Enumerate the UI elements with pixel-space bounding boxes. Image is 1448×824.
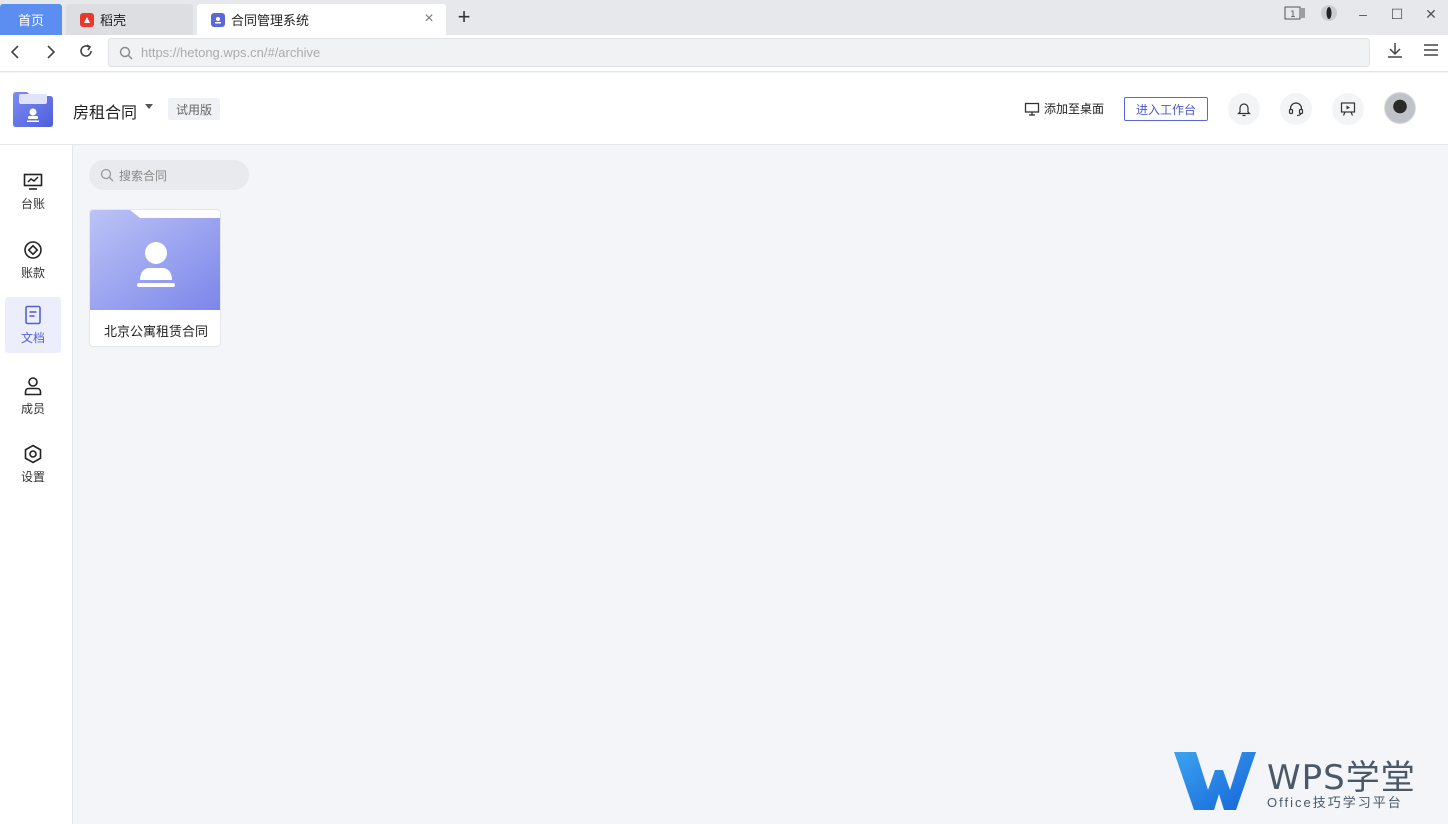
sidebar-item-ledger[interactable]: 台账 [5,164,61,220]
add-to-desktop-label: 添加至桌面 [1044,102,1105,116]
tab-label: 稻壳 [100,13,127,28]
tab-label: 合同管理系统 [231,13,310,28]
sidebar-item-label: 成员 [20,401,45,416]
sidebar-item-label: 台账 [20,196,45,211]
search-placeholder: 搜索合同 [119,168,168,183]
sidebar-item-label: 设置 [20,469,45,484]
enter-workbench-button[interactable]: 进入工作台 [1124,97,1208,121]
new-tab-button[interactable]: + [453,6,475,28]
folder-icon [90,210,220,310]
sidebar: 台账 账款 文档 成员 设置 [0,145,73,824]
add-to-desktop-button[interactable]: 添加至桌面 [1024,100,1104,117]
document-icon [25,305,41,324]
user-avatar-small[interactable] [1312,4,1346,25]
search-icon [100,168,114,182]
watermark-subtitle: Office技巧学习平台 [1267,795,1403,810]
wps-logo-icon [1174,752,1256,810]
download-icon[interactable] [1383,41,1407,65]
browser-tab-bar: 首页 稻壳 合同管理系统 × + 1 – ☐ ✕ [0,0,1448,35]
forward-icon[interactable] [39,41,63,65]
page-counter-icon[interactable]: 1 [1278,5,1312,24]
folder-name: 北京公寓租赁合同 [103,324,208,339]
maximize-icon[interactable]: ☐ [1380,6,1414,23]
workspace-name[interactable]: 房租合同 [73,99,137,123]
bell-icon [1237,103,1251,117]
app-header: 房租合同 试用版 添加至桌面 进入工作台 [0,73,1448,145]
settings-icon [24,444,42,463]
url-text: https://hetong.wps.cn/#/archive [141,45,321,60]
sidebar-item-label: 文档 [20,330,45,345]
back-icon[interactable] [3,41,27,65]
sidebar-item-label: 账款 [20,265,45,280]
chevron-down-icon[interactable] [145,104,153,109]
sidebar-item-payment[interactable]: 账款 [5,232,61,288]
notification-button[interactable] [1228,93,1260,125]
wps-watermark: WPS学堂 Office技巧学习平台 [1172,750,1432,812]
ledger-icon [23,173,43,190]
contract-logo-icon [13,91,53,127]
url-field[interactable]: https://hetong.wps.cn/#/archive [108,38,1370,67]
sidebar-item-settings[interactable]: 设置 [5,436,61,492]
presentation-button[interactable] [1332,93,1364,125]
folder-card[interactable]: 北京公寓租赁合同 [89,209,221,347]
refresh-icon[interactable] [74,41,98,65]
avatar[interactable] [1384,92,1416,124]
window-controls: 1 – ☐ ✕ [1278,0,1448,28]
address-bar: https://hetong.wps.cn/#/archive [0,35,1448,72]
close-icon[interactable]: × [422,11,436,27]
tab-daoke[interactable]: 稻壳 [66,4,193,35]
support-button[interactable] [1280,93,1312,125]
contract-app-icon [211,12,225,27]
sidebar-item-members[interactable]: 成员 [5,368,61,424]
daoke-icon [80,12,94,27]
monitor-icon [1024,102,1040,116]
headset-icon [1288,102,1304,117]
search-icon [119,46,133,59]
edition-badge: 试用版 [168,98,220,120]
tab-contract-system[interactable]: 合同管理系统 × [197,4,446,35]
payment-icon [24,240,42,259]
sidebar-item-documents[interactable]: 文档 [5,297,61,353]
window-close-icon[interactable]: ✕ [1414,6,1448,23]
member-icon [24,376,42,395]
menu-icon[interactable] [1419,41,1443,65]
search-input[interactable]: 搜索合同 [89,160,249,190]
presentation-icon [1340,102,1356,116]
tab-home[interactable]: 首页 [0,4,62,35]
page-counter: 1 [1290,10,1296,20]
minimize-icon[interactable]: – [1346,6,1380,22]
